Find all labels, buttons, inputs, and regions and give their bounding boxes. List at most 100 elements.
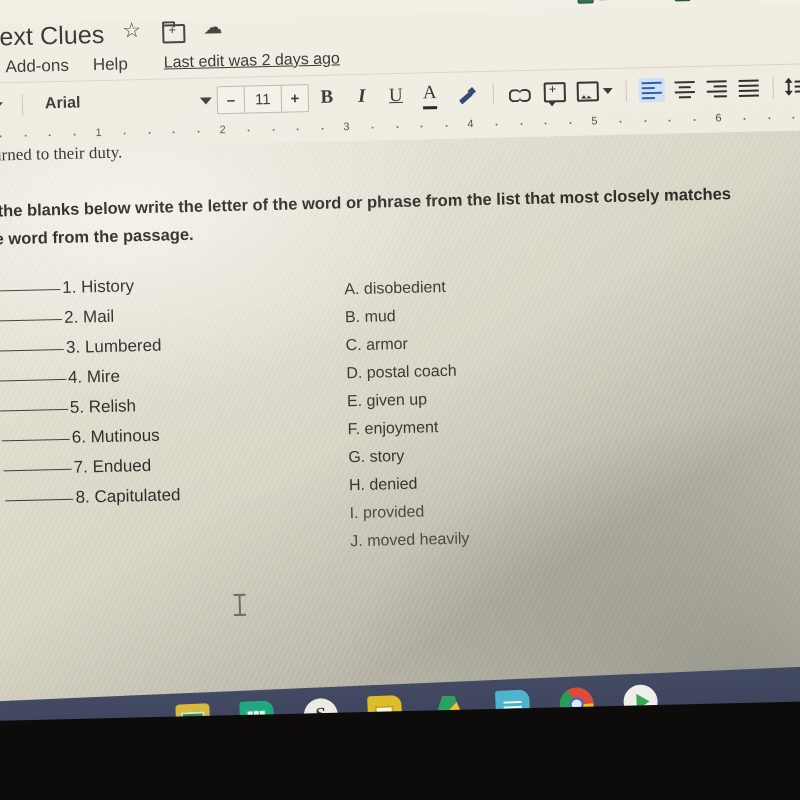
desmos-favicon-icon [674,0,691,2]
item-word: Lumbered [80,335,162,357]
option-letter: H. [348,476,366,495]
underline-icon: U [388,84,403,107]
styles-dropdown-caret[interactable] [0,101,14,110]
toolbar-divider [21,93,24,116]
text-cursor-ibeam [234,594,247,618]
numbered-list-item: 2. Mail [0,305,177,339]
move-to-folder-icon[interactable] [162,23,186,44]
option-definition: story [365,447,405,466]
item-number: 1. [62,277,77,297]
font-size-decrease-button[interactable]: – [217,86,246,114]
bold-button[interactable]: B [309,86,346,109]
option-letter: I. [349,505,359,523]
ruler-tick [0,135,2,138]
align-justify-button[interactable] [732,75,765,100]
item-number: 8. [75,487,90,507]
option-definition: armor [361,335,409,354]
ruler-tick [24,134,27,137]
last-edit-status[interactable]: Last edit was 2 days ago [164,50,340,72]
ruler-number: 6 [715,112,722,125]
insert-image-button[interactable] [572,81,618,102]
document-page[interactable]: returned to their duty. In the blanks be… [0,130,800,720]
line-spacing-icon [786,76,800,97]
toolbar-divider [625,79,628,102]
option-definition: moved heavily [362,530,470,550]
item-number: 6. [71,427,87,447]
answer-blank[interactable] [0,318,63,322]
option-definition: denied [364,475,418,494]
font-size-stepper[interactable]: – 11 + [216,84,310,115]
line-spacing-button[interactable] [781,76,800,97]
lettered-list-item: E. given up [347,390,467,421]
ruler-tick [73,133,76,136]
ruler-tick [520,123,523,126]
align-justify-icon [735,75,762,100]
cloud-saved-icon[interactable] [203,21,226,44]
font-size-value[interactable]: 11 [245,86,282,113]
numbered-list-item: 6. Mutinous [1,425,180,459]
item-number: 3. [65,337,81,357]
ruler-tick [148,131,151,134]
underline-button[interactable]: U [379,85,414,108]
ruler-number: 4 [467,118,474,131]
text-color-button[interactable]: A [413,81,448,109]
ruler-number: 3 [343,121,350,134]
option-definition: postal coach [362,362,457,382]
align-left-icon [638,77,666,103]
bold-icon: B [320,86,334,108]
item-word: Capitulated [89,485,181,507]
font-size-increase-button[interactable]: + [280,85,309,112]
document-title[interactable]: ontext Clues [0,20,105,52]
add-comment-button[interactable] [538,82,572,103]
answer-blank[interactable] [0,348,65,352]
ruler-tick [569,121,572,124]
italic-button[interactable]: I [345,85,380,108]
font-dropdown-caret[interactable] [195,96,217,105]
lettered-list-item: G. story [348,446,468,477]
ruler-tick [123,132,126,135]
bookmark-desmos[interactable]: Desm [674,0,727,2]
answer-blank[interactable] [5,498,74,502]
font-name-label: Arial [44,94,81,113]
answer-blank[interactable] [0,408,68,412]
classroom-favicon-icon [577,0,594,4]
numbered-list-item: 1. History [0,275,176,309]
option-letter: D. [346,364,363,383]
insert-link-button[interactable] [502,83,538,104]
answer-blank[interactable] [0,378,67,382]
highlight-color-button[interactable] [447,84,485,105]
answer-blank[interactable] [3,468,72,472]
align-left-button[interactable] [634,77,669,103]
item-word: Mail [78,306,115,327]
numbered-list-item: 3. Lumbered [0,335,177,369]
highlight-pen-icon [456,84,476,104]
align-right-button[interactable] [700,76,733,101]
option-definition: given up [361,391,428,410]
option-letter: C. [345,336,362,355]
item-word: Mire [81,366,121,387]
toolbar-divider [772,76,774,99]
ruler-tick [792,116,795,119]
item-word: Relish [83,396,137,417]
item-number: 7. [73,457,89,477]
lettered-list-item: J. moved heavily [350,530,470,561]
ruler-tick [247,129,250,132]
answer-blank[interactable] [0,289,61,292]
item-number: 4. [67,367,83,387]
align-center-button[interactable] [668,77,701,102]
numbered-list-item: 8. Capitulated [5,485,181,519]
ruler-tick [272,128,275,131]
lettered-definition-list: A. disobedient B. mud C. armor D. postal co… [344,279,470,562]
italic-icon: I [357,85,366,107]
item-word: Mutinous [85,425,160,447]
ruler-tick [321,127,324,130]
menu-item-addons[interactable]: Add-ons [5,55,69,76]
option-definition: provided [358,503,425,523]
bookmark-label: 1st PD Math [598,0,664,3]
ruler-tick [768,117,771,120]
font-name-dropdown[interactable]: Arial [31,92,195,114]
numbered-list-item: 5. Relish [0,395,179,429]
star-icon[interactable] [122,23,145,46]
answer-blank[interactable] [1,438,70,442]
menu-item-help[interactable]: Help [93,54,128,75]
